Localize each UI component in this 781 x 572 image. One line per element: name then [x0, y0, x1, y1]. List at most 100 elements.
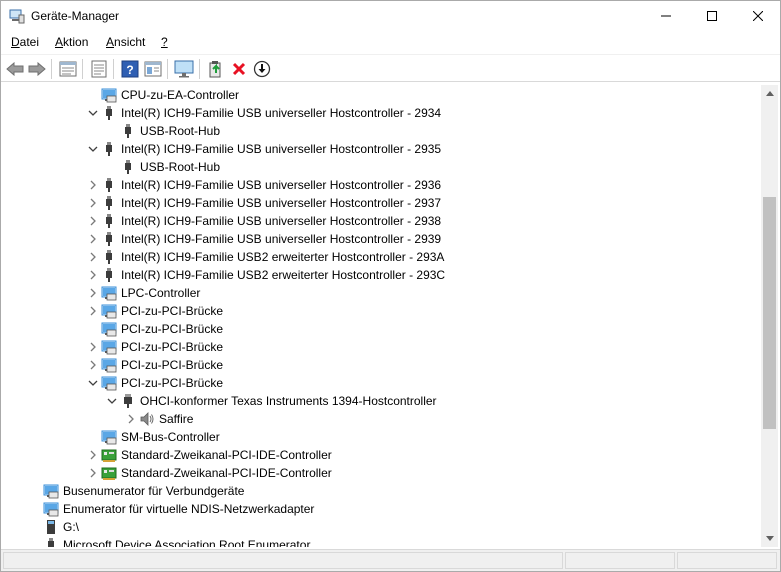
tree-node[interactable]: SM-Bus-Controller [3, 428, 761, 446]
pci-device-icon [101, 303, 117, 319]
tree-node[interactable]: Intel(R) ICH9-Familie USB2 erweiterter H… [3, 266, 761, 284]
menu-datei-accelerator: D [11, 35, 20, 49]
chevron-right-icon[interactable] [87, 467, 99, 479]
menu-datei-label: atei [19, 35, 40, 49]
drive-device-icon [43, 519, 59, 535]
tree-node[interactable]: Intel(R) ICH9-Familie USB2 erweiterter H… [3, 248, 761, 266]
chevron-right-icon[interactable] [125, 413, 137, 425]
toolbar-separator [167, 59, 168, 79]
uninstall-icon[interactable] [228, 58, 250, 80]
tree-node[interactable]: Busenumerator für Verbundgeräte [3, 482, 761, 500]
tree-node[interactable]: Intel(R) ICH9-Familie USB universeller H… [3, 230, 761, 248]
chevron-right-icon[interactable] [87, 287, 99, 299]
tree-node[interactable]: Microsoft Device Association Root Enumer… [3, 536, 761, 547]
tree-node[interactable]: OHCI-konformer Texas Instruments 1394-Ho… [3, 392, 761, 410]
chevron-right-icon[interactable] [87, 341, 99, 353]
tree-node-label: Enumerator für virtuelle NDIS-Netzwerkad… [63, 502, 315, 516]
minimize-button[interactable] [643, 1, 689, 31]
menu-datei[interactable]: Datei [11, 35, 39, 49]
tree-node-label: Intel(R) ICH9-Familie USB universeller H… [121, 196, 442, 210]
pci-device-icon [43, 483, 59, 499]
chevron-right-icon[interactable] [87, 197, 99, 209]
device-manager-window: Geräte-Manager Datei Aktion Ansicht ? ? … [0, 0, 781, 572]
chevron-right-icon[interactable] [87, 449, 99, 461]
usb-device-icon [101, 249, 117, 265]
chevron-right-icon[interactable] [87, 269, 99, 281]
usb-device-icon [101, 195, 117, 211]
tree-node-label: Saffire [159, 412, 194, 426]
chevron-down-icon[interactable] [106, 395, 118, 407]
chevron-down-icon[interactable] [87, 143, 99, 155]
tree-node[interactable]: Saffire [3, 410, 761, 428]
tree-node[interactable]: Intel(R) ICH9-Familie USB universeller H… [3, 212, 761, 230]
tree-node[interactable]: G:\ [3, 518, 761, 536]
status-segment [565, 552, 675, 569]
pci-device-icon [101, 357, 117, 373]
svg-text:?: ? [126, 63, 133, 77]
tree-node[interactable]: USB-Root-Hub [3, 158, 761, 176]
tree-node[interactable]: Intel(R) ICH9-Familie USB universeller H… [3, 104, 761, 122]
chevron-down-icon[interactable] [87, 377, 99, 389]
properties-list-icon[interactable] [57, 58, 79, 80]
tree-node-label: PCI-zu-PCI-Brücke [121, 304, 224, 318]
chevron-right-icon[interactable] [87, 233, 99, 245]
properties-icon[interactable] [88, 58, 110, 80]
maximize-button[interactable] [689, 1, 735, 31]
forward-icon[interactable] [26, 58, 48, 80]
help-icon[interactable]: ? [119, 58, 141, 80]
view-icon[interactable] [142, 58, 164, 80]
tree-node-label: USB-Root-Hub [140, 124, 221, 138]
tree-node[interactable]: Enumerator für virtuelle NDIS-Netzwerkad… [3, 500, 761, 518]
tree-node-label: SM-Bus-Controller [121, 430, 220, 444]
tree-node[interactable]: PCI-zu-PCI-Brücke [3, 338, 761, 356]
tree-node[interactable]: PCI-zu-PCI-Brücke [3, 302, 761, 320]
tree-node[interactable]: Intel(R) ICH9-Familie USB universeller H… [3, 140, 761, 158]
toolbar-separator [199, 59, 200, 79]
scrollbar-thumb[interactable] [763, 197, 776, 429]
tree-node-label: OHCI-konformer Texas Instruments 1394-Ho… [140, 394, 437, 408]
device-tree: CPU-zu-EA-Controller Intel(R) ICH9-Famili… [3, 85, 761, 547]
tree-node[interactable]: PCI-zu-PCI-Brücke [3, 356, 761, 374]
toolbar-separator [82, 59, 83, 79]
tree-node[interactable]: PCI-zu-PCI-Brücke [3, 320, 761, 338]
menu-aktion[interactable]: Aktion [55, 35, 88, 49]
tree-node[interactable]: LPC-Controller [3, 284, 761, 302]
toolbar-separator [113, 59, 114, 79]
tree-node-label: PCI-zu-PCI-Brücke [121, 340, 224, 354]
chevron-right-icon[interactable] [87, 215, 99, 227]
usb-device-icon [101, 231, 117, 247]
menu-ansicht-accelerator: A [106, 35, 115, 49]
tree-node-label: Standard-Zweikanal-PCI-IDE-Controller [121, 466, 332, 480]
tree-node[interactable]: PCI-zu-PCI-Brücke [3, 374, 761, 392]
tree-node[interactable]: Intel(R) ICH9-Familie USB universeller H… [3, 176, 761, 194]
scroll-up-icon[interactable] [761, 85, 778, 102]
tree-node-label: Intel(R) ICH9-Familie USB universeller H… [121, 214, 442, 228]
close-button[interactable] [735, 1, 780, 31]
vertical-scrollbar[interactable] [761, 85, 778, 547]
update-driver-icon[interactable] [205, 58, 227, 80]
menu-ansicht[interactable]: Ansicht [106, 35, 145, 49]
chevron-right-icon[interactable] [87, 305, 99, 317]
back-icon[interactable] [4, 58, 26, 80]
tree-node-label: Intel(R) ICH9-Familie USB2 erweiterter H… [121, 268, 446, 282]
scroll-down-icon[interactable] [761, 530, 778, 547]
tree-node[interactable]: CPU-zu-EA-Controller [3, 86, 761, 104]
tree-node[interactable]: Standard-Zweikanal-PCI-IDE-Controller [3, 446, 761, 464]
download-icon[interactable] [251, 58, 273, 80]
monitor-icon[interactable] [173, 58, 195, 80]
tree-node[interactable]: Standard-Zweikanal-PCI-IDE-Controller [3, 464, 761, 482]
menu-aktion-label: ktion [63, 35, 89, 49]
status-segment [3, 552, 563, 569]
tree-node-label: Intel(R) ICH9-Familie USB universeller H… [121, 232, 442, 246]
chevron-right-icon[interactable] [87, 359, 99, 371]
menu-help[interactable]: ? [161, 35, 168, 49]
chevron-right-icon[interactable] [87, 179, 99, 191]
chevron-down-icon[interactable] [87, 107, 99, 119]
tree-node-label: Intel(R) ICH9-Familie USB universeller H… [121, 142, 442, 156]
tree-node[interactable]: USB-Root-Hub [3, 122, 761, 140]
chevron-right-icon[interactable] [87, 251, 99, 263]
speaker-device-icon [139, 411, 155, 427]
usb-device-icon [43, 537, 59, 547]
tree-node[interactable]: Intel(R) ICH9-Familie USB universeller H… [3, 194, 761, 212]
usb-device-icon [101, 141, 117, 157]
